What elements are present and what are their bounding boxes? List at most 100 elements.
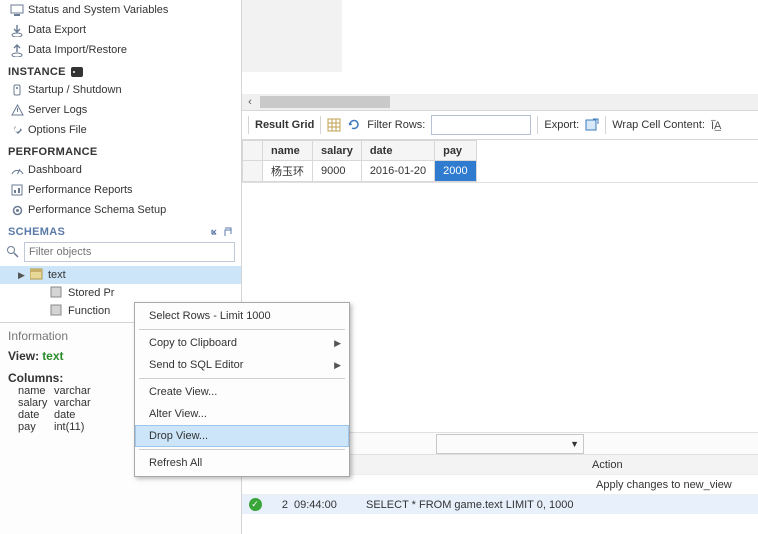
col-name: pay — [8, 421, 54, 433]
ctx-alter-view[interactable]: Alter View... — [135, 403, 349, 425]
filter-rows-input[interactable] — [431, 115, 531, 135]
context-menu: Select Rows - Limit 1000 Copy to Clipboa… — [134, 302, 350, 477]
wrench-icon — [10, 123, 24, 137]
ctx-send-sql[interactable]: Send to SQL Editor ▶ — [135, 354, 349, 376]
col-name: date — [8, 409, 54, 421]
col-type: date — [54, 409, 75, 421]
ctx-label: Drop View... — [149, 430, 208, 442]
nav-options-file[interactable]: Options File — [0, 120, 241, 140]
export-icon — [10, 23, 24, 37]
log-action: Apply changes to new_view — [366, 479, 758, 491]
col-name: salary — [8, 397, 54, 409]
col-header-date[interactable]: date — [361, 141, 434, 161]
warning-icon — [10, 103, 24, 117]
search-icon — [6, 245, 20, 259]
nav-data-export[interactable]: Data Export — [0, 20, 241, 40]
schema-filter — [0, 240, 241, 264]
col-type: varchar — [54, 385, 91, 397]
horizontal-scrollbar[interactable]: ‹ — [242, 94, 758, 110]
ctx-drop-view[interactable]: Drop View... — [135, 425, 349, 447]
col-type: int(11) — [54, 421, 84, 433]
menu-separator — [139, 378, 345, 379]
action-filter-dropdown[interactable]: ▼ — [436, 434, 584, 454]
nav-status-vars[interactable]: Status and System Variables — [0, 0, 241, 20]
stored-proc-icon — [50, 286, 64, 300]
power-icon — [10, 83, 24, 97]
nav-label: Performance Schema Setup — [28, 204, 166, 216]
nav-perf-reports[interactable]: Performance Reports — [0, 180, 241, 200]
section-title: SCHEMAS — [8, 226, 65, 238]
nav-label: Performance Reports — [28, 184, 133, 196]
submenu-arrow-icon: ▶ — [334, 338, 341, 349]
col-type: varchar — [54, 397, 91, 409]
tree-stored-procedures[interactable]: Stored Pr — [0, 284, 241, 302]
log-row[interactable]: Apply changes to new_view — [242, 474, 758, 494]
nav-label: Status and System Variables — [28, 4, 168, 16]
scroll-thumb[interactable] — [260, 96, 390, 108]
result-grid[interactable]: name salary date pay 杨玉环 9000 2016-01-20… — [242, 140, 758, 183]
expand-arrow-icon[interactable]: ▶ — [18, 270, 25, 281]
view-name: text — [42, 349, 63, 363]
ctx-create-view[interactable]: Create View... — [135, 381, 349, 403]
view-icon — [30, 268, 44, 282]
schemas-section: SCHEMAS — [0, 220, 241, 240]
tree-view-text[interactable]: ▶ text — [0, 266, 241, 284]
nav-startup[interactable]: Startup / Shutdown — [0, 80, 241, 100]
nav-perf-schema[interactable]: Performance Schema Setup — [0, 200, 241, 220]
log-index: 2 — [268, 499, 294, 511]
function-icon — [50, 304, 64, 318]
report-icon — [10, 183, 24, 197]
server-icon — [70, 66, 84, 78]
result-toolbar: Result Grid Filter Rows: Export: Wrap Ce… — [242, 110, 758, 140]
nav-label: Options File — [28, 124, 87, 136]
log-time: 09:44:00 — [294, 499, 366, 511]
view-label: View: — [8, 349, 39, 363]
section-title: INSTANCE — [8, 66, 66, 78]
refresh-icon[interactable] — [347, 118, 361, 132]
export-icon[interactable] — [585, 118, 599, 132]
col-header-salary[interactable]: salary — [313, 141, 362, 161]
schema-filter-input[interactable] — [24, 242, 235, 262]
schemas-tools[interactable] — [211, 226, 235, 238]
query-editor-area[interactable]: ‹ — [242, 0, 758, 110]
filter-rows-label: Filter Rows: — [367, 119, 425, 131]
nav-data-import[interactable]: Data Import/Restore — [0, 40, 241, 60]
monitor-icon — [10, 3, 24, 17]
nav-label: Data Export — [28, 24, 86, 36]
scroll-left-icon[interactable]: ‹ — [242, 96, 258, 108]
nav-label: Startup / Shutdown — [28, 84, 122, 96]
col-name: name — [8, 385, 54, 397]
grid-data-row[interactable]: 杨玉环 9000 2016-01-20 2000 — [243, 161, 477, 182]
col-header-name[interactable]: name — [263, 141, 313, 161]
cell-salary[interactable]: 9000 — [313, 161, 362, 182]
ctx-refresh-all[interactable]: Refresh All — [135, 452, 349, 474]
log-row[interactable]: ✓ 2 09:44:00 SELECT * FROM game.text LIM… — [242, 494, 758, 514]
wrap-icon[interactable]: I̅A̲ — [711, 118, 727, 132]
cell-pay[interactable]: 2000 — [435, 161, 476, 182]
ctx-copy-clipboard[interactable]: Copy to Clipboard ▶ — [135, 332, 349, 354]
cell-date[interactable]: 2016-01-20 — [361, 161, 434, 182]
ctx-label: Alter View... — [149, 408, 207, 420]
grid-header-row: name salary date pay — [243, 141, 477, 161]
import-icon — [10, 43, 24, 57]
ctx-select-rows[interactable]: Select Rows - Limit 1000 — [135, 305, 349, 327]
nav-server-logs[interactable]: Server Logs — [0, 100, 241, 120]
submenu-arrow-icon: ▶ — [334, 360, 341, 371]
info-title: Information — [8, 329, 68, 343]
status-icon: ✓ — [242, 498, 268, 511]
export-label: Export: — [544, 119, 579, 131]
svg-text:I̅A̲: I̅A̲ — [711, 120, 722, 132]
grid-icon[interactable] — [327, 118, 341, 132]
nav-dashboard[interactable]: Dashboard — [0, 160, 241, 180]
performance-section: PERFORMANCE — [0, 140, 241, 160]
chevron-down-icon: ▼ — [570, 439, 579, 449]
row-header[interactable] — [243, 161, 263, 182]
row-header[interactable] — [243, 141, 263, 161]
menu-separator — [139, 329, 345, 330]
section-title: PERFORMANCE — [8, 146, 97, 158]
col-header-pay[interactable]: pay — [435, 141, 476, 161]
ctx-label: Send to SQL Editor — [149, 359, 243, 371]
cell-name[interactable]: 杨玉环 — [263, 161, 313, 182]
nav-label: Data Import/Restore — [28, 44, 127, 56]
ctx-label: Copy to Clipboard — [149, 337, 237, 349]
